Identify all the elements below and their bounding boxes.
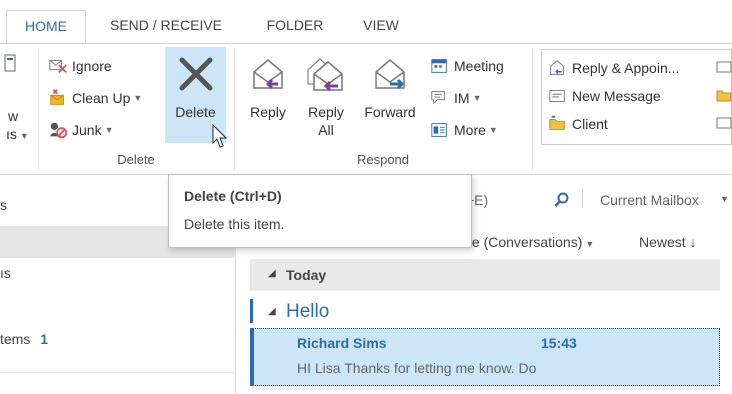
tab-folder[interactable]: FOLDER	[256, 10, 334, 44]
im-icon	[431, 91, 445, 105]
reply-all-label-1: Reply	[308, 104, 344, 120]
search-icon[interactable]	[554, 192, 570, 208]
respond-group-label: Respond	[356, 152, 410, 167]
reply-button[interactable]: Reply	[242, 50, 294, 140]
ignore-icon	[49, 60, 67, 74]
conversation-header[interactable]: ◢ Hello	[250, 299, 720, 325]
meeting-button[interactable]: Meeting	[430, 54, 504, 78]
ignore-button[interactable]: Ignore	[48, 54, 112, 78]
tab-view[interactable]: VIEW	[354, 10, 408, 44]
tooltip-title: Delete (Ctrl+D)	[184, 188, 282, 204]
new-items-icon	[4, 54, 16, 72]
forward-button[interactable]: Forward	[356, 50, 424, 140]
reply-label: Reply	[250, 104, 286, 120]
reply-appointment-label: Reply & Appoin...	[572, 60, 680, 76]
message-item[interactable]: Richard Sims 15:43 HI Lisa Thanks for le…	[250, 328, 720, 386]
message-accent-bar	[250, 328, 254, 386]
folder-item-partial-1[interactable]: s	[0, 197, 7, 213]
unread-count: 1	[40, 331, 49, 347]
more-dropdown-icon: ▼	[488, 125, 498, 135]
message-sender: Richard Sims	[297, 335, 387, 351]
junk-icon	[49, 122, 68, 139]
delete-x-icon	[179, 57, 213, 91]
group-divider	[38, 48, 39, 170]
ignore-label: Ignore	[72, 58, 112, 74]
cleanup-icon	[50, 89, 64, 105]
reply-all-icon	[307, 58, 343, 92]
reply-all-label-2: All	[318, 122, 334, 138]
new-message-label: New Message	[572, 88, 661, 104]
im-button[interactable]: IM ▼	[430, 86, 481, 110]
folder-item-partial-3[interactable]: tems 1	[0, 331, 48, 347]
delete-label: Delete	[175, 104, 216, 120]
sort-order-button[interactable]: Newest ↓	[639, 234, 697, 250]
new-items-fragment[interactable]: w ıs ▼	[0, 52, 30, 142]
folder-item-partial-2[interactable]: ıs	[0, 265, 11, 281]
cleanup-label: Clean Up	[72, 90, 131, 106]
group-divider	[234, 48, 235, 170]
delete-tooltip: Delete (Ctrl+D) Delete this item.	[168, 174, 472, 248]
message-preview: HI Lisa Thanks for letting me know. Do	[297, 360, 537, 376]
reply-icon	[253, 59, 283, 90]
new-message-icon	[549, 90, 565, 102]
group-header-today[interactable]: ◢ Today	[250, 259, 720, 291]
quickstep-right-icon-2	[716, 90, 732, 102]
cleanup-button[interactable]: Clean Up ▼	[48, 86, 142, 110]
forward-label: Forward	[364, 104, 416, 120]
new-items-label-2: ıs ▼	[6, 126, 29, 142]
group-header-label: Today	[286, 267, 327, 283]
delete-group-label: Delete	[117, 152, 155, 167]
im-dropdown-icon: ▼	[472, 93, 482, 103]
conversation-subject: Hello	[286, 301, 330, 322]
collapse-triangle-icon: ◢	[268, 306, 276, 317]
sort-arrow-icon: ↓	[689, 234, 697, 250]
cleanup-dropdown-icon: ▼	[133, 93, 143, 103]
reply-all-button[interactable]: Reply All	[298, 50, 354, 145]
junk-button[interactable]: Junk ▼	[48, 118, 114, 142]
search-divider	[582, 190, 583, 208]
arrange-by-dropdown[interactable]: te (Conversations) ▼	[468, 234, 594, 250]
quickstep-new-message[interactable]: New Message	[548, 84, 661, 108]
message-time: 15:43	[541, 335, 577, 351]
search-scope-dropdown[interactable]: Current Mailbox	[600, 192, 699, 208]
junk-dropdown-icon: ▼	[104, 125, 114, 135]
ribbon-tabbar: HOME SEND / RECEIVE FOLDER VIEW	[0, 0, 732, 44]
tab-home[interactable]: HOME	[6, 10, 86, 44]
tooltip-description: Delete this item.	[184, 216, 285, 232]
meeting-icon	[431, 59, 447, 73]
collapse-triangle-icon: ◢	[268, 268, 276, 279]
more-label: More	[454, 122, 486, 138]
search-scope-caret-icon[interactable]: ▼	[720, 194, 729, 204]
junk-label: Junk	[72, 122, 102, 138]
im-label: IM	[454, 90, 470, 106]
quickstep-right-icon-3	[716, 117, 732, 129]
folder-icon	[549, 115, 565, 130]
forward-icon	[375, 59, 405, 90]
tab-send-receive[interactable]: SEND / RECEIVE	[96, 10, 236, 44]
more-button[interactable]: More ▼	[430, 118, 498, 142]
client-label: Client	[572, 116, 608, 132]
group-divider	[532, 48, 533, 170]
quickstep-right-icon-1	[716, 61, 732, 73]
quickstep-client[interactable]: Client	[548, 112, 608, 136]
meeting-label: Meeting	[454, 58, 504, 74]
folder-divider	[0, 372, 236, 373]
folder-item-label: tems	[0, 331, 31, 347]
reply-appointment-icon	[550, 60, 564, 75]
quickstep-reply-appointment[interactable]: Reply & Appoin...	[548, 56, 679, 80]
mouse-cursor-icon	[212, 124, 228, 148]
more-icon	[431, 123, 447, 137]
new-items-label-1: w	[8, 108, 19, 124]
conversation-accent-bar	[250, 299, 253, 323]
